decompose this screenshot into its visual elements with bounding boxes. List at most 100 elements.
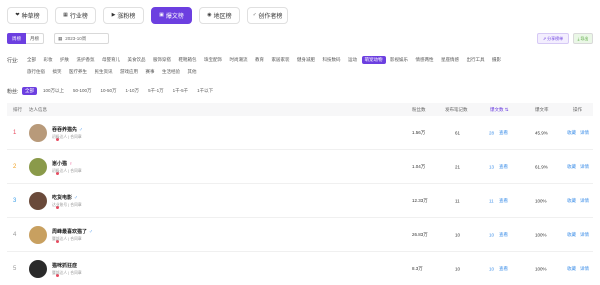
view-link[interactable]: 查看 [499,198,508,204]
filter-option[interactable]: 100万以上 [40,87,67,95]
monthly-toggle[interactable]: 月榜 [26,33,44,44]
view-link[interactable]: 查看 [499,164,508,170]
influencer-name[interactable]: 周峰最喜欢猫了 ♂ [52,228,93,235]
avatar[interactable] [29,157,60,176]
filter-option[interactable]: 母婴育儿 [99,56,123,64]
date-value: 2023-10周 [65,35,87,41]
filter-option[interactable]: 全部 [22,87,37,95]
filter-option[interactable]: 1-10万 [123,87,143,95]
influencer-tags: 初级达人 | 合同章 [52,169,82,173]
favorite-link[interactable]: 收藏 [567,266,576,272]
influencer-name[interactable]: 猫咪抓狂症 [52,262,79,269]
filter-option[interactable]: 服饰穿搭 [150,56,174,64]
filter-option[interactable]: 旅行住宿 [24,68,48,76]
header-notes: 发布笔记数 [445,107,468,112]
avatar[interactable] [29,225,60,244]
tab-label: 涨粉榜 [117,14,136,20]
influencer-name[interactable]: 吞吞养猫先 ♂ [52,126,83,133]
filter-option[interactable]: 全部 [24,56,39,64]
detail-link[interactable]: 详情 [580,164,589,170]
filter-option[interactable]: 游戏应用 [117,68,141,76]
notes-count: 10 [455,266,461,271]
filter-option[interactable]: 家居家装 [269,56,293,64]
favorite-link[interactable]: 收藏 [567,130,576,136]
filter-option[interactable]: 民生资讯 [92,68,116,76]
tab-icon: ▦ [63,12,68,18]
tab-2[interactable]: ▶ 涨粉榜 [103,7,144,24]
favorite-link[interactable]: 收藏 [567,164,576,170]
export-button[interactable]: ⤓ 导出 [573,33,593,44]
detail-link[interactable]: 详情 [580,266,589,272]
avatar[interactable] [29,191,60,210]
influencer-name[interactable]: 崽小猫 ♀ [52,160,73,167]
filter-option[interactable]: 时尚潮流 [227,56,251,64]
export-icon: ⤓ [577,36,580,41]
filter-option[interactable]: 彩妆 [41,56,56,64]
gender-icon: ♂ [74,195,78,201]
tab-4[interactable]: ◉ 地区榜 [199,7,240,24]
filter-option[interactable]: 10-50万 [98,87,120,95]
filter-option[interactable]: 科技数码 [320,56,344,64]
avatar[interactable] [29,123,60,142]
filter-option[interactable]: 运动 [345,56,360,64]
filter-option[interactable]: 1千以下 [194,87,216,95]
filter-option[interactable]: 50-100万 [70,87,95,95]
view-link[interactable]: 查看 [499,130,508,136]
filter-option[interactable]: 鞋靴箱包 [176,56,200,64]
filter-option[interactable]: 萌宠动物 [361,56,386,64]
fans-count: 12.33万 [412,197,428,203]
share-ranking-button[interactable]: ⇗ 分享榜单 [537,33,569,44]
avatar[interactable] [29,259,60,278]
view-link[interactable]: 查看 [499,266,508,272]
view-link[interactable]: 查看 [499,232,508,238]
filter-option[interactable]: 健身减肥 [294,56,318,64]
influencer-tags: 腰部达人 | 合同章 [52,271,82,275]
tab-5[interactable]: ♂ 创作者榜 [247,7,288,24]
rank-number: 3 [13,197,17,204]
tab-icon: ❤ [15,12,20,18]
share-icon: ⇗ [542,36,547,41]
filter-option[interactable]: 医疗养生 [66,68,90,76]
filter-option[interactable]: 赛事 [143,68,158,76]
viral-count: 11 [489,198,494,203]
filter-option[interactable]: 教育 [252,56,267,64]
industry-label: 行业: [7,57,19,64]
table-row: 1 吞吞养猫先 ♂ 初级达人 | 合同章 1.56万 61 28 查看 45.9%… [7,116,593,150]
filter-option[interactable]: 出行工具 [464,56,488,64]
filter-option[interactable]: 生活经验 [159,68,183,76]
filter-option[interactable]: 星座情感 [438,56,462,64]
fans-filter: 粉丝: 全部 100万以上 50-100万 10-50万 1-10万 5千-1万 1千-5千… [7,86,219,96]
filter-option[interactable]: 洗护香氛 [74,56,98,64]
filter-option[interactable]: 影视娱乐 [387,56,411,64]
weekly-toggle[interactable]: 周榜 [7,33,26,44]
filter-option[interactable]: 美食饮品 [125,56,149,64]
notes-count: 21 [455,164,461,169]
filter-option[interactable]: 1千-5千 [170,87,192,95]
filter-option[interactable]: 搞笑 [50,68,65,76]
filter-option[interactable]: 护肤 [57,56,72,64]
tab-3[interactable]: ▣ 爆文榜 [151,7,192,24]
filter-option[interactable]: 摄影 [489,56,504,64]
filter-option[interactable]: 5千-1万 [145,87,167,95]
favorite-link[interactable]: 收藏 [567,198,576,204]
header-viral[interactable]: 爆文数 ⇅ [490,107,509,113]
tab-0[interactable]: ❤ 种草榜 [7,7,48,24]
fans-label: 粉丝: [7,88,19,95]
table-header: 排行 达人信息 粉丝数 发布笔记数 爆文数 ⇅ 爆文率 操作 [7,103,593,116]
tab-label: 地区榜 [213,14,232,20]
tab-1[interactable]: ▦ 行业榜 [55,7,96,24]
header-rate: 爆文率 [535,107,549,112]
filter-option[interactable]: 其他 [185,68,200,76]
date-picker[interactable]: ▦ 2023-10周 [54,33,109,44]
filter-option[interactable]: 珠宝配饰 [201,56,225,64]
tab-label: 种草榜 [21,14,40,20]
detail-link[interactable]: 详情 [580,130,589,136]
favorite-link[interactable]: 收藏 [567,232,576,238]
detail-link[interactable]: 详情 [580,198,589,204]
viral-rate: 61.9% [535,164,548,169]
detail-link[interactable]: 详情 [580,232,589,238]
notes-count: 10 [455,232,461,237]
filter-option[interactable]: 情感两性 [413,56,437,64]
header-rank: 排行 [13,107,22,112]
influencer-name[interactable]: 吃货电影 ♂ [52,194,78,201]
